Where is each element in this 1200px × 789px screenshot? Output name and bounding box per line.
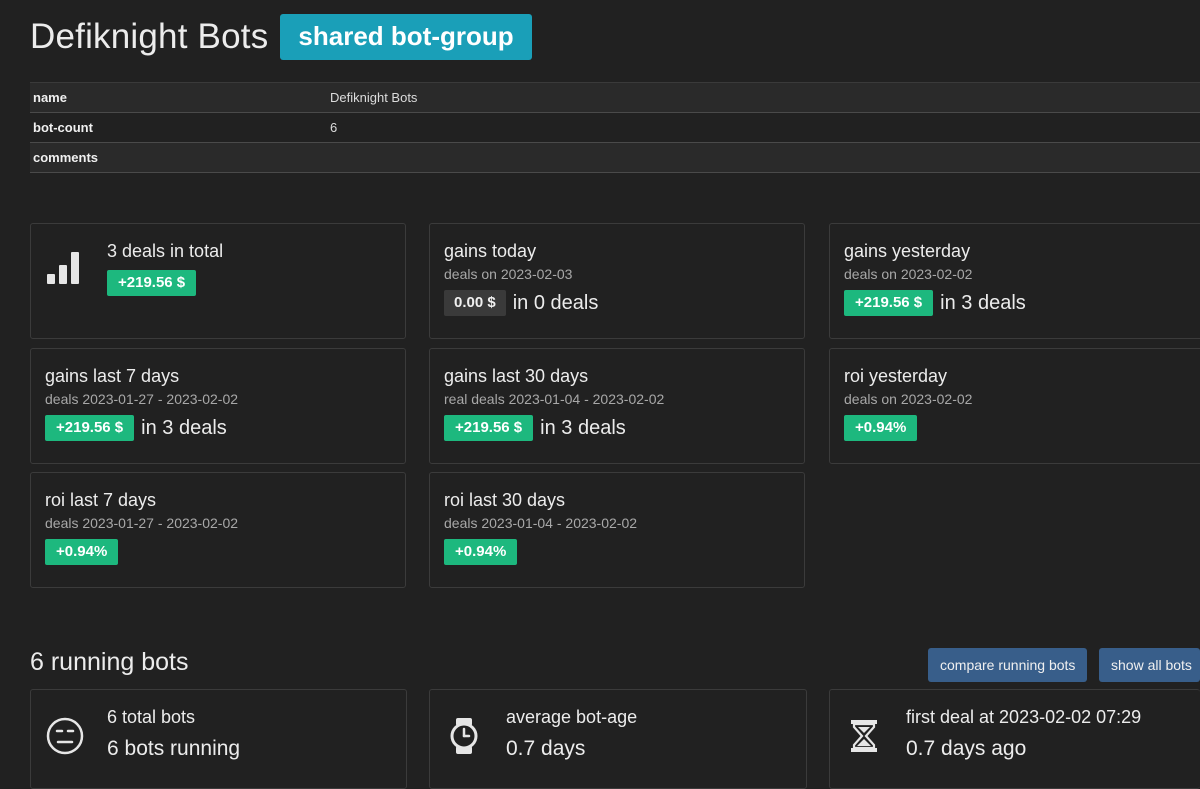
bot-card-average-age: average bot-age 0.7 days (429, 689, 807, 789)
stat-value-row: +0.94% (444, 539, 518, 565)
stat-card-yesterday: gains yesterday deals on 2023-02-02 +219… (829, 223, 1200, 339)
info-value: Defiknight Bots (330, 90, 418, 105)
stat-card-total: 3 deals in total +219.56 $ (30, 223, 406, 339)
stat-value-row: +219.56 $ in 3 deals (444, 415, 626, 441)
stat-subtitle: deals on 2023-02-02 (844, 266, 973, 282)
info-row-comments: comments (30, 143, 1200, 173)
stat-value-row: +219.56 $ in 3 deals (45, 415, 227, 441)
deal-count: in 0 deals (512, 291, 599, 314)
stat-title: gains last 7 days (45, 366, 180, 386)
info-table: name Defiknight Bots bot-count 6 comment… (30, 82, 1200, 173)
watch-icon (450, 718, 478, 754)
stat-card-roi-yesterday: roi yesterday deals on 2023-02-02 +0.94% (829, 348, 1200, 464)
stat-subtitle: deals 2023-01-27 - 2023-02-02 (45, 391, 239, 407)
stat-title: gains today (444, 241, 537, 261)
stat-title: gains yesterday (844, 241, 971, 261)
stat-value-row: +219.56 $ in 3 deals (844, 290, 1026, 316)
stat-card-today: gains today deals on 2023-02-03 0.00 $ i… (429, 223, 805, 339)
info-row-bot-count: bot-count 6 (30, 113, 1200, 143)
stat-subtitle: deals 2023-01-04 - 2023-02-02 (444, 515, 638, 531)
gain-badge: +219.56 $ (444, 415, 534, 441)
stat-title: roi last 30 days (444, 490, 566, 510)
stat-title: roi last 7 days (45, 490, 157, 510)
page-header: Defiknight Bots shared bot-group (30, 14, 532, 60)
stat-value-row: 0.00 $ in 0 deals (444, 290, 598, 316)
compare-running-bots-button[interactable]: compare running bots (928, 648, 1088, 682)
stat-subtitle: real deals 2023-01-04 - 2023-02-02 (444, 391, 665, 407)
show-all-bots-button[interactable]: show all bots (1099, 648, 1200, 682)
stat-title: 3 deals in total (107, 241, 224, 261)
deal-count: in 3 deals (940, 291, 1026, 314)
gain-badge: +219.56 $ (844, 290, 934, 316)
bot-stat-title: first deal at 2023-02-02 07:29 (906, 707, 1142, 727)
stat-value-row: +0.94% (844, 415, 918, 441)
bot-stat-title: average bot-age (506, 707, 638, 727)
stat-subtitle: deals on 2023-02-02 (844, 391, 973, 407)
gain-badge: 0.00 $ (444, 290, 506, 316)
page-title: Defiknight Bots (30, 17, 269, 56)
roi-badge: +0.94% (844, 415, 918, 441)
info-value: 6 (330, 120, 338, 135)
stat-subtitle: deals on 2023-02-03 (444, 266, 573, 282)
bot-card-total: 6 total bots 6 bots running (30, 689, 407, 789)
bar-chart-icon (47, 252, 79, 284)
bot-stat-value: 0.7 days (506, 737, 586, 760)
info-row-name: name Defiknight Bots (30, 82, 1200, 113)
info-key: comments (33, 150, 99, 165)
roi-badge: +0.94% (45, 539, 119, 565)
bot-card-first-deal: first deal at 2023-02-02 07:29 0.7 days … (829, 689, 1200, 789)
deal-count: in 3 deals (141, 416, 227, 439)
stat-card-last-30-days: gains last 30 days real deals 2023-01-04… (429, 348, 805, 464)
stat-subtitle: deals 2023-01-27 - 2023-02-02 (45, 515, 239, 531)
gain-badge: +219.56 $ (107, 270, 197, 296)
stat-value-row: +0.94% (45, 539, 119, 565)
gain-badge: +219.56 $ (45, 415, 135, 441)
bot-stat-value: 6 bots running (107, 737, 241, 760)
stat-title: gains last 30 days (444, 366, 589, 386)
hourglass-icon (851, 720, 877, 752)
deal-count: in 3 deals (540, 416, 626, 439)
stat-card-last-7-days: gains last 7 days deals 2023-01-27 - 202… (30, 348, 406, 464)
group-type-badge: shared bot-group (280, 14, 532, 60)
info-key: name (33, 90, 67, 105)
neutral-face-icon (46, 717, 84, 755)
stat-title: roi yesterday (844, 366, 948, 386)
stat-card-roi-7-days: roi last 7 days deals 2023-01-27 - 2023-… (30, 472, 406, 588)
info-key: bot-count (33, 120, 93, 135)
stat-card-roi-30-days: roi last 30 days deals 2023-01-04 - 2023… (429, 472, 805, 588)
bot-stat-title: 6 total bots (107, 707, 196, 727)
roi-badge: +0.94% (444, 539, 518, 565)
stat-value-row: +219.56 $ (107, 270, 197, 296)
running-bots-heading: 6 running bots (30, 648, 189, 676)
bot-stat-value: 0.7 days ago (906, 737, 1027, 760)
